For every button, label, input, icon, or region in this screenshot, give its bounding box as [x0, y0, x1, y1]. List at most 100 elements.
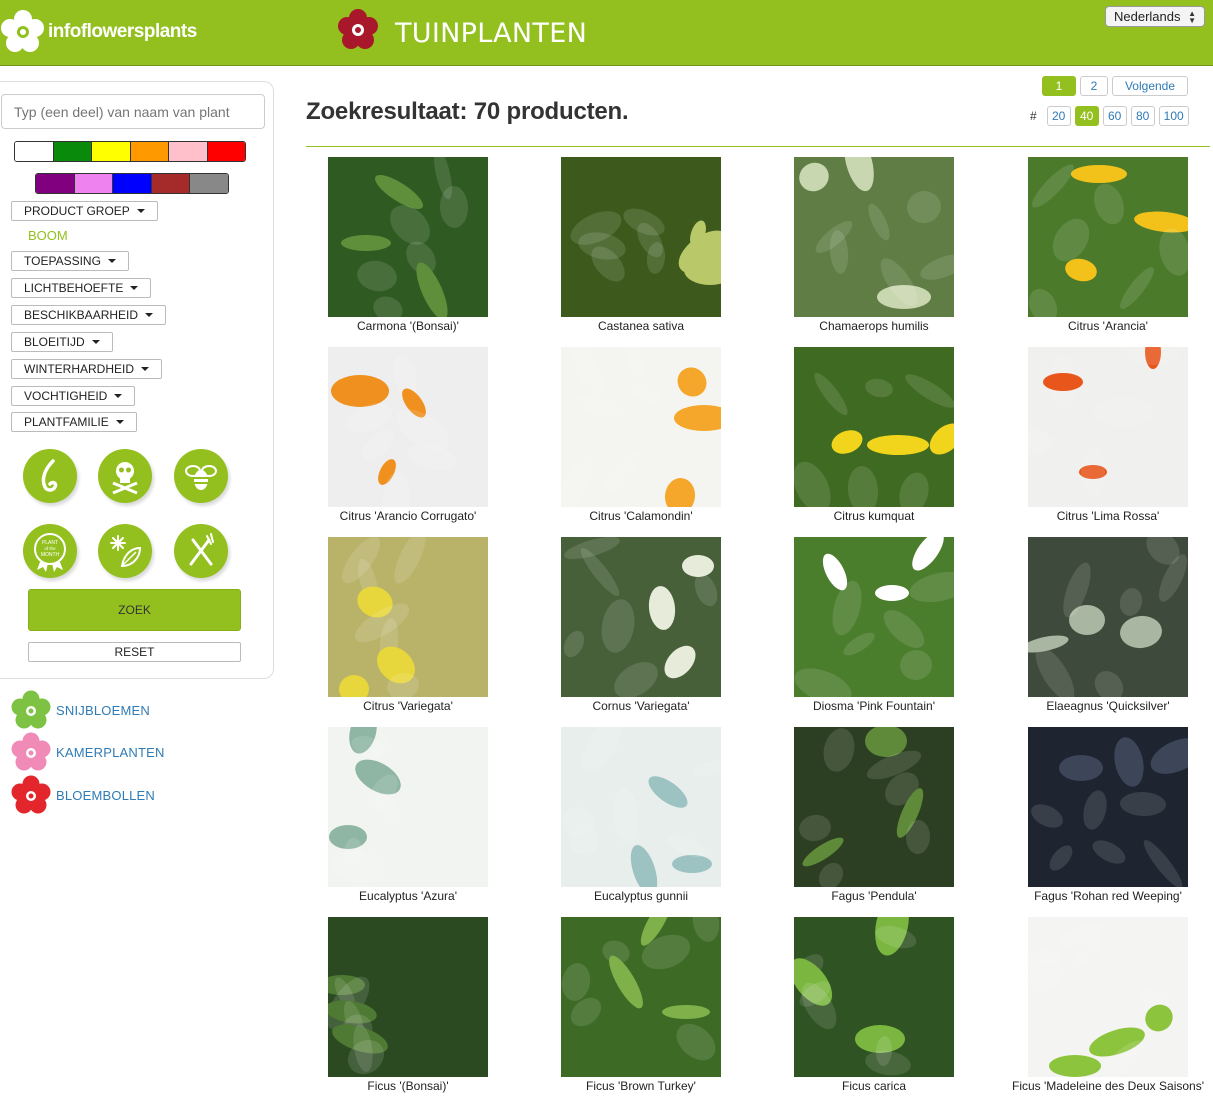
reset-button[interactable]: RESET	[28, 642, 241, 662]
color-swatch-row2-3[interactable]	[151, 174, 191, 193]
product-image[interactable]	[1028, 157, 1188, 317]
product-image[interactable]	[794, 537, 954, 697]
product-name[interactable]: Fagus 'Rohan red Weeping'	[998, 889, 1213, 903]
filter-label: WINTERHARDHEID	[24, 362, 134, 376]
product-name[interactable]: Citrus 'Arancio Corrugato'	[298, 509, 518, 523]
search-button[interactable]: ZOEK	[28, 589, 241, 631]
caret-down-icon	[141, 367, 149, 371]
color-swatch-row2-4[interactable]	[190, 174, 228, 193]
per-page-label: #	[1030, 109, 1037, 123]
product-name[interactable]: Diosma 'Pink Fountain'	[764, 699, 984, 713]
category-link-kamerplanten[interactable]: KAMERPLANTEN	[10, 732, 165, 772]
per-page-option-80[interactable]: 80	[1130, 106, 1155, 126]
selected-product-group[interactable]: BOOM	[28, 228, 68, 243]
category-link-snijbloemen[interactable]: SNIJBLOEMEN	[10, 690, 150, 730]
product-image[interactable]	[794, 727, 954, 887]
per-page-option-100[interactable]: 100	[1158, 106, 1189, 126]
filter-label: BLOEITIJD	[24, 335, 85, 349]
product-image[interactable]	[561, 917, 721, 1077]
filter-dropdown-winterhardheid[interactable]: WINTERHARDHEID	[11, 359, 162, 379]
product-image[interactable]	[561, 347, 721, 507]
plant-photo-placeholder	[339, 537, 426, 697]
product-name[interactable]: Citrus 'Calamondin'	[531, 509, 751, 523]
page-2-button[interactable]: 2	[1080, 76, 1108, 96]
category-label: BLOEMBOLLEN	[56, 787, 156, 803]
filter-dropdown-vochtigheid[interactable]: VOCHTIGHEID	[11, 386, 136, 406]
per-page-option-40[interactable]: 40	[1074, 106, 1099, 126]
color-filter-row-2	[35, 173, 229, 194]
edible-filter[interactable]	[174, 524, 228, 578]
product-name[interactable]: Citrus kumquat	[764, 509, 984, 523]
per-page-option-20[interactable]: 20	[1046, 106, 1071, 126]
filter-dropdown-beschikbaarheid[interactable]: BESCHIKBAARHEID	[11, 305, 167, 325]
product-image[interactable]	[561, 157, 721, 317]
scent-filter[interactable]	[23, 449, 77, 503]
product-image[interactable]	[1028, 917, 1188, 1077]
color-swatch-row2-1[interactable]	[74, 174, 114, 193]
plant-photo-placeholder	[1028, 164, 1188, 317]
pagination: 1 2 Volgende	[1042, 76, 1188, 96]
winter-leaf-filter[interactable]	[98, 524, 152, 578]
product-name[interactable]: Castanea sativa	[531, 319, 751, 333]
product-image[interactable]	[1028, 727, 1188, 887]
product-image[interactable]	[794, 917, 954, 1077]
plant-photo-placeholder	[1028, 347, 1181, 497]
filter-dropdown-lichtbehoefte[interactable]: LICHTBEHOEFTE	[11, 278, 152, 298]
poison-filter[interactable]	[98, 449, 152, 503]
product-name[interactable]: Ficus 'Madeleine des Deux Saisons'	[998, 1079, 1213, 1093]
filter-dropdown-plantfamilie[interactable]: PLANTFAMILIE	[11, 412, 137, 432]
site-logo[interactable]: infoflowersplants	[0, 8, 197, 56]
product-name[interactable]: Chamaerops humilis	[764, 319, 984, 333]
color-swatch-row1-0[interactable]	[15, 142, 54, 161]
product-name[interactable]: Cornus 'Variegata'	[531, 699, 751, 713]
product-image[interactable]	[561, 537, 721, 697]
product-image[interactable]	[328, 157, 488, 317]
plant-photo-placeholder	[562, 727, 721, 887]
color-swatch-row1-4[interactable]	[169, 142, 208, 161]
page-1-button[interactable]: 1	[1042, 76, 1076, 96]
product-name[interactable]: Eucalyptus gunnii	[531, 889, 751, 903]
product-image[interactable]	[794, 157, 954, 317]
product-name[interactable]: Ficus '(Bonsai)'	[298, 1079, 518, 1093]
product-name[interactable]: Carmona '(Bonsai)'	[298, 319, 518, 333]
plant-of-month-filter[interactable]: PLANT of the MONTH	[23, 524, 77, 578]
logo-flower-icon	[1, 10, 44, 52]
filter-label: BESCHIKBAARHEID	[24, 308, 139, 322]
product-name[interactable]: Ficus carica	[764, 1079, 984, 1093]
color-swatch-row1-5[interactable]	[207, 142, 245, 161]
product-name[interactable]: Elaeagnus 'Quicksilver'	[998, 699, 1213, 713]
bee-filter[interactable]	[174, 449, 228, 503]
filter-dropdown-product-groep[interactable]: PRODUCT GROEP	[11, 201, 158, 221]
product-name[interactable]: Eucalyptus 'Azura'	[298, 889, 518, 903]
product-image[interactable]	[1028, 537, 1188, 697]
color-swatch-row2-2[interactable]	[113, 174, 152, 193]
color-swatch-row1-3[interactable]	[130, 142, 169, 161]
filter-dropdown-bloeitijd[interactable]: BLOEITIJD	[11, 332, 113, 352]
product-image[interactable]	[794, 347, 954, 507]
product-image[interactable]	[328, 917, 488, 1077]
product-name[interactable]: Citrus 'Lima Rossa'	[998, 509, 1213, 523]
product-name[interactable]: Ficus 'Brown Turkey'	[531, 1079, 751, 1093]
product-image[interactable]	[328, 727, 488, 887]
color-swatch-row1-1[interactable]	[53, 142, 92, 161]
language-select[interactable]: Nederlands ▲ ▼	[1105, 6, 1205, 27]
filter-dropdown-toepassing[interactable]: TOEPASSING	[11, 251, 129, 271]
color-swatch-row2-0[interactable]	[36, 174, 75, 193]
product-name[interactable]: Citrus 'Arancia'	[998, 319, 1213, 333]
header-bar: infoflowersplants TUINPLANTEN Nederlands…	[0, 0, 1213, 66]
caret-down-icon	[136, 209, 145, 213]
product-image[interactable]	[561, 727, 721, 887]
per-page-option-60[interactable]: 60	[1102, 106, 1127, 126]
product-image[interactable]	[1028, 347, 1188, 507]
product-image[interactable]	[328, 347, 488, 507]
plant-search-input[interactable]	[1, 94, 265, 129]
product-name[interactable]: Citrus 'Variegata'	[298, 699, 518, 713]
plant-photo-placeholder	[1028, 921, 1173, 1077]
product-name[interactable]: Fagus 'Pendula'	[764, 889, 984, 903]
plant-photo-placeholder	[328, 975, 388, 1075]
category-label: SNIJBLOEMEN	[56, 702, 150, 718]
product-image[interactable]	[328, 537, 488, 697]
next-page-button[interactable]: Volgende	[1112, 76, 1188, 96]
category-link-bloembollen[interactable]: BLOEMBOLLEN	[10, 775, 155, 815]
color-swatch-row1-2[interactable]	[92, 142, 131, 161]
